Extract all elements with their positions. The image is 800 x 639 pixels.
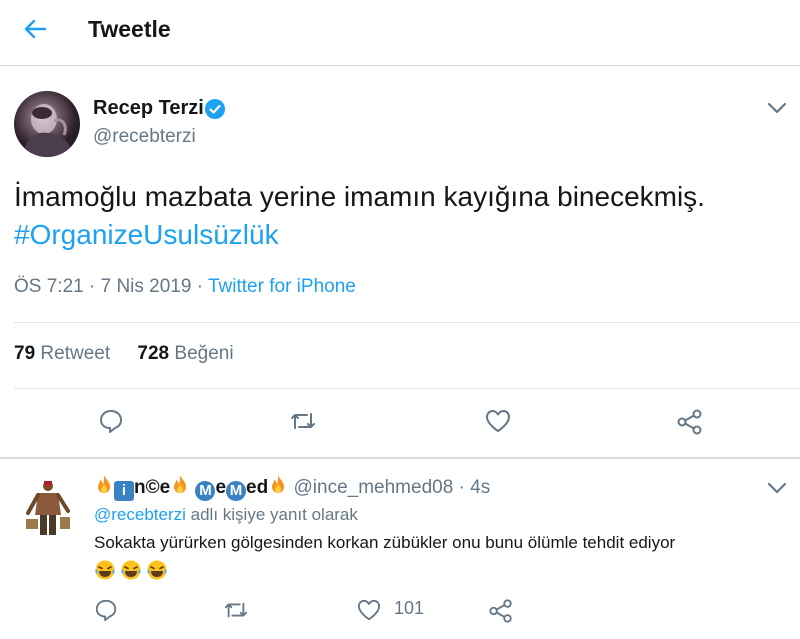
tweet-meta: ÖS 7:21 · 7 Nis 2019 · Twitter for iPhon… xyxy=(14,276,356,298)
replying-to-mention[interactable]: @recebterzi xyxy=(94,505,186,524)
like-count: 728 xyxy=(137,343,170,364)
reply-like-heart-icon[interactable] xyxy=(356,598,382,622)
laughing-tears-emoji-icon xyxy=(94,559,116,581)
replying-to-text: adlı kişiye yanıt olarak xyxy=(190,505,358,524)
section-divider xyxy=(0,457,800,459)
reply-time: 4s xyxy=(470,477,491,498)
like-stat[interactable]: 728 Beğeni xyxy=(137,343,233,364)
reply-author-avatar[interactable] xyxy=(22,477,74,541)
reply-author-name[interactable]: i n©e Me Med xyxy=(94,475,294,501)
share-icon[interactable] xyxy=(676,408,704,436)
laughing-tears-emoji-icon xyxy=(146,559,168,581)
verified-badge-icon xyxy=(204,98,226,120)
replying-to: @recebterzi adlı kişiye yanıt olarak xyxy=(94,505,358,525)
reply-like-count: 101 xyxy=(394,598,425,618)
fire-emoji-icon xyxy=(170,474,190,502)
reply-text: Sokakta yürürken gölgesinden korkan zübü… xyxy=(94,533,676,552)
page-title: Tweetle xyxy=(88,16,171,42)
meta-separator: · xyxy=(196,276,204,297)
hashtag-link[interactable]: #OrganizeUsulsüzlük xyxy=(14,219,279,250)
reply-icon[interactable] xyxy=(98,408,124,434)
reply-chevron-down-icon[interactable] xyxy=(766,481,788,495)
reply-share-icon[interactable] xyxy=(488,598,514,624)
reply-author-handle[interactable]: @ince_mehmed08 xyxy=(294,477,454,498)
fire-emoji-icon xyxy=(94,474,114,502)
divider xyxy=(14,322,800,323)
tweet-date: 7 Nis 2019 xyxy=(100,276,192,297)
laughing-tears-emoji-icon xyxy=(120,559,142,581)
retweet-icon[interactable] xyxy=(288,408,318,434)
reply-reply-icon[interactable] xyxy=(94,598,118,622)
like-label: Beğeni xyxy=(174,343,234,364)
tweet-stats: 79 Retweet 728 Beğeni xyxy=(14,343,234,365)
author-name[interactable]: Recep Terzi xyxy=(93,97,204,120)
info-box-letter: i xyxy=(114,481,134,501)
top-bar: Tweetle xyxy=(0,0,800,66)
circled-letter-m: M xyxy=(226,481,247,501)
like-heart-icon[interactable] xyxy=(484,408,512,434)
divider xyxy=(14,388,800,389)
circled-letter-m: M xyxy=(195,481,216,501)
retweet-count: 79 xyxy=(14,343,36,364)
author-avatar[interactable] xyxy=(14,91,80,157)
tweet-source-link[interactable]: Twitter for iPhone xyxy=(208,276,356,297)
reply-name-part: e xyxy=(215,477,227,498)
back-arrow-icon[interactable] xyxy=(22,16,48,42)
reply-emoji-row xyxy=(94,559,172,585)
author-handle[interactable]: @recebterzi xyxy=(93,126,196,148)
reply-name-part: ed xyxy=(246,477,269,498)
chevron-down-icon[interactable] xyxy=(766,101,788,115)
retweet-stat[interactable]: 79 Retweet xyxy=(14,343,110,364)
fire-emoji-icon xyxy=(268,474,288,502)
reply-header: i n©e Me Med @ince_mehmed08 · 4s xyxy=(94,474,490,502)
tweet-body: İmamoğlu mazbata yerine imamın kayığına … xyxy=(14,181,705,212)
meta-separator: · xyxy=(458,477,465,498)
reply-retweet-icon[interactable] xyxy=(222,598,250,622)
tweet-time: ÖS 7:21 xyxy=(14,276,84,297)
reply-name-part: n©e xyxy=(134,477,171,498)
meta-separator: · xyxy=(89,276,96,297)
retweet-label: Retweet xyxy=(40,343,111,364)
tweet-text: İmamoğlu mazbata yerine imamın kayığına … xyxy=(14,178,794,254)
